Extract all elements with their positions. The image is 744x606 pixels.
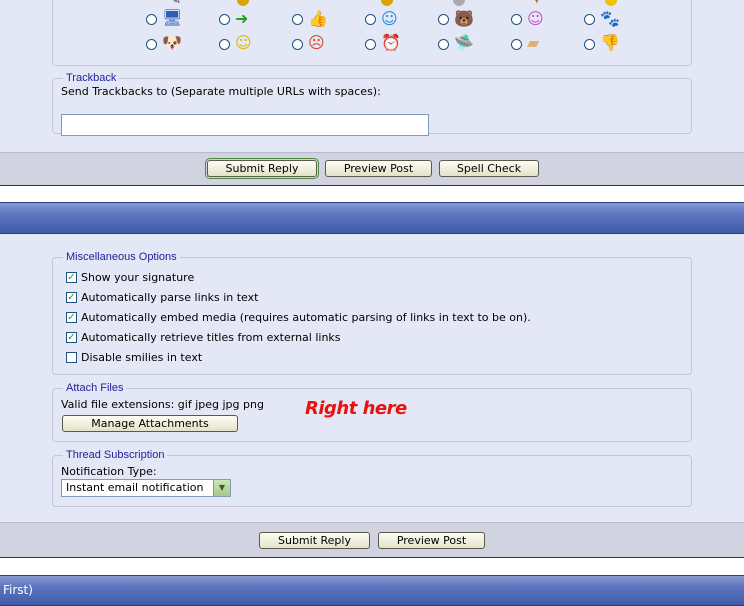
right-here-annotation: Right here	[305, 398, 407, 419]
manage-attachments-button[interactable]: Manage Attachments	[62, 415, 238, 432]
trackback-input[interactable]	[61, 114, 429, 136]
retrieve-titles-label: Automatically retrieve titles from exter…	[81, 331, 341, 344]
notification-type-select[interactable]: Instant email notification ▼	[61, 479, 231, 497]
notification-type-label: Notification Type:	[61, 465, 157, 478]
thread-subscription-fieldset: Thread Subscription	[52, 449, 692, 507]
smilies-fieldset	[52, 0, 692, 66]
trackback-fieldset: Trackback Send Trackbacks to (Separate m…	[52, 72, 692, 136]
attach-files-legend: Attach Files	[66, 382, 124, 394]
thread-subscription-legend: Thread Subscription	[66, 449, 165, 461]
footer-band: First)	[0, 575, 744, 606]
preview-post-button[interactable]: Preview Post	[325, 160, 432, 177]
notification-type-value: Instant email notification	[66, 481, 204, 494]
submit-reply-button[interactable]: Submit Reply	[205, 158, 319, 179]
bottom-button-bar: Submit Reply Preview Post	[0, 522, 744, 558]
spell-check-button[interactable]: Spell Check	[439, 160, 539, 177]
trackback-legend: Trackback	[66, 72, 117, 84]
trackback-label: Send Trackbacks to (Separate multiple UR…	[61, 85, 381, 98]
show-signature-label: Show your signature	[81, 271, 195, 284]
smilies-panel: ✎ ● ● ● ✦ ● 🖥 ➜ 👍 ☺ 🐻 ☺ 🐾 🐶 ☺ ☹ ⏰ 🛸 ▰ 👎 …	[0, 0, 744, 152]
submit-reply-button-bottom[interactable]: Submit Reply	[259, 532, 370, 549]
file-extensions-label: Valid file extensions: gif jpeg jpg png	[61, 398, 264, 411]
embed-media-checkbox[interactable]: ✓	[66, 312, 77, 323]
disable-smilies-label: Disable smilies in text	[81, 351, 203, 364]
options-panel: Miscellaneous Options ✓ Show your signat…	[0, 234, 744, 522]
parse-links-label: Automatically parse links in text	[81, 291, 259, 304]
embed-media-label: Automatically embed media (requires auto…	[81, 311, 531, 324]
misc-options-legend: Miscellaneous Options	[66, 251, 177, 263]
chevron-down-icon[interactable]: ▼	[213, 480, 230, 496]
preview-post-button-bottom[interactable]: Preview Post	[378, 532, 485, 549]
retrieve-titles-checkbox[interactable]: ✓	[66, 332, 77, 343]
additional-options-header	[0, 202, 744, 234]
disable-smilies-checkbox[interactable]	[66, 352, 77, 363]
show-signature-checkbox[interactable]: ✓	[66, 272, 77, 283]
footer-band-text: First)	[3, 583, 33, 597]
top-button-bar: Submit Reply Preview Post Spell Check	[0, 152, 744, 186]
parse-links-checkbox[interactable]: ✓	[66, 292, 77, 303]
